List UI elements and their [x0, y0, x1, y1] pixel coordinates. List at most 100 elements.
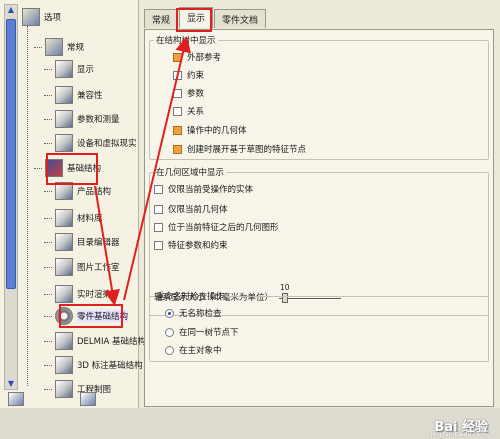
tree-item-delmia[interactable]: DELMIA 基础结构: [44, 330, 146, 352]
spec-tree-option-label: 操作中的几何体: [187, 126, 247, 136]
tree-item-catalog-editor[interactable]: 目录编辑器: [44, 231, 120, 253]
tree-item-label: 设备和虚拟现实: [77, 139, 137, 149]
tree-item-label: 产品结构: [77, 187, 112, 197]
tree-connector: [44, 340, 52, 342]
realtime-render-icon: [55, 285, 73, 303]
options-content-panel: 常规 显示 零件文档 在结构树中显示 外部参考 约束 参数 关系 操作中的几何体 创建时展…: [139, 0, 500, 408]
tree-bottom-toolbar: [0, 392, 139, 408]
scroll-down-arrow-icon[interactable]: ▼: [6, 379, 16, 389]
geometry-option[interactable]: 仅限当前几何体: [154, 202, 228, 216]
scroll-up-arrow-icon[interactable]: ▲: [6, 5, 16, 15]
tree-item-label: 目录编辑器: [77, 238, 120, 248]
geometry-option-label: 仅限当前受操作的实体: [168, 185, 254, 195]
geometry-checkbox[interactable]: [154, 240, 163, 250]
tab-general[interactable]: 常规: [144, 9, 179, 28]
tree-connector: [44, 118, 52, 120]
highlight-part-infrastructure: [59, 304, 123, 328]
geometry-option-label: 位于当前特征之后的几何图形: [168, 223, 279, 233]
tree-connector: [34, 46, 42, 48]
tree-connector-line: [27, 26, 28, 386]
parameters-measure-icon: [55, 110, 73, 128]
spec-tree-option[interactable]: 外部参考: [173, 50, 221, 64]
rename-option[interactable]: 在主对象中: [165, 343, 222, 357]
tree-connector: [44, 315, 52, 317]
tree-connector: [44, 142, 52, 144]
rename-option[interactable]: 无名称检查: [165, 306, 222, 320]
spec-tree-option[interactable]: 操作中的几何体: [173, 123, 247, 137]
geometry-option-label: 特征参数和约束: [168, 241, 228, 251]
rename-option[interactable]: 在同一树节点下: [165, 325, 239, 339]
tree-item-realtime-render[interactable]: 实时渲染: [44, 283, 111, 305]
rename-option-label: 在主对象中: [179, 346, 222, 356]
rename-option-label: 在同一树节点下: [179, 328, 239, 338]
geometry-checkbox[interactable]: [154, 184, 163, 194]
rename-radio[interactable]: [165, 308, 174, 318]
tree-expand-icon[interactable]: [8, 392, 24, 406]
tree-item-parameters-measure[interactable]: 参数和测量: [44, 108, 120, 130]
rename-radio[interactable]: [165, 327, 174, 337]
highlight-display-tab: [176, 8, 212, 32]
display-tab-body: 在结构树中显示 外部参考 约束 参数 关系 操作中的几何体 创建时展开基于草图的特征节点 …: [144, 29, 494, 407]
tree-item-label: 常规: [67, 43, 85, 53]
geometry-checkbox[interactable]: [154, 204, 163, 214]
spec-tree-option-label: 参数: [187, 89, 205, 99]
tree-item-material-library[interactable]: 材料库: [44, 207, 103, 229]
spec-tree-option-label: 关系: [187, 107, 205, 117]
tree-connector: [44, 388, 52, 390]
tree-root-label: 选项: [44, 13, 62, 23]
tree-item-label: 参数和测量: [77, 115, 120, 125]
tree-scrollbar[interactable]: ▲ ▼: [4, 4, 18, 390]
geometry-option[interactable]: 仅限当前受操作的实体: [154, 182, 253, 196]
tree-item-devices-vr[interactable]: 设备和虚拟现实: [44, 132, 137, 154]
rename-radio[interactable]: [165, 345, 174, 355]
tree-connector: [44, 68, 52, 70]
bottom-strip: Bai 经验 jingyan.baidu.com: [0, 408, 500, 439]
geometry-checkbox[interactable]: [154, 222, 163, 232]
tab-part-document[interactable]: 零件文档: [214, 9, 267, 28]
tree-item-label: 图片工作室: [77, 263, 120, 273]
spec-tree-checkbox[interactable]: [173, 70, 182, 80]
tree-item-annotation-3d[interactable]: 3D 标注基础结构: [44, 354, 143, 376]
tree-connector: [44, 217, 52, 219]
tree-item-display-monitor[interactable]: 显示: [44, 58, 94, 80]
geometry-area-title: 在几何区域中显示: [156, 168, 225, 178]
tree-item-settings-folder[interactable]: 常规: [34, 36, 84, 58]
settings-folder-icon: [45, 38, 63, 56]
geometry-option[interactable]: 位于当前特征之后的几何图形: [154, 220, 279, 234]
tree-item-compatibility[interactable]: 兼容性: [44, 84, 103, 106]
spec-tree-title: 在结构树中显示: [156, 36, 216, 46]
material-library-icon: [55, 209, 73, 227]
spec-tree-checkbox[interactable]: [173, 144, 182, 154]
tree-root-options[interactable]: 选项: [22, 6, 61, 28]
highlight-infrastructure: [46, 153, 98, 185]
tree-item-label: 实时渲染: [77, 290, 112, 300]
tree-connector: [34, 167, 42, 169]
spec-tree-checkbox[interactable]: [173, 52, 182, 62]
geometry-option[interactable]: 特征参数和约束: [154, 238, 228, 252]
spec-tree-option[interactable]: 关系: [173, 104, 204, 118]
spec-tree-option-label: 创建时展开基于草图的特征节点: [187, 145, 307, 155]
scroll-thumb[interactable]: [6, 19, 16, 289]
watermark-sub: jingyan.baidu.com: [430, 431, 486, 438]
spec-tree-option[interactable]: 参数: [173, 86, 204, 100]
spec-tree-checkbox[interactable]: [173, 106, 182, 116]
tree-item-label: 材料库: [77, 214, 103, 224]
tree-connector: [44, 364, 52, 366]
tree-item-photo-studio[interactable]: 图片工作室: [44, 256, 120, 278]
tree-connector: [44, 241, 52, 243]
spec-tree-checkbox[interactable]: [173, 88, 182, 98]
annotation-3d-icon: [55, 356, 73, 374]
spec-tree-option-label: 外部参考: [187, 53, 222, 63]
tree-item-label: 3D 标注基础结构: [77, 361, 143, 371]
spec-tree-checkbox[interactable]: [173, 125, 182, 135]
rename-option-label: 无名称检查: [179, 309, 222, 319]
devices-vr-icon: [55, 134, 73, 152]
spec-tree-option[interactable]: 创建时展开基于草图的特征节点: [173, 142, 306, 156]
spec-tree-option[interactable]: 约束: [173, 68, 204, 82]
options-root-icon: [22, 8, 40, 26]
display-monitor-icon: [55, 60, 73, 78]
rename-check-title: 重命名时检查操作: [156, 292, 225, 302]
tree-collapse-icon[interactable]: [80, 392, 96, 406]
tree-connector: [44, 266, 52, 268]
geometry-option-label: 仅限当前几何体: [168, 205, 228, 215]
